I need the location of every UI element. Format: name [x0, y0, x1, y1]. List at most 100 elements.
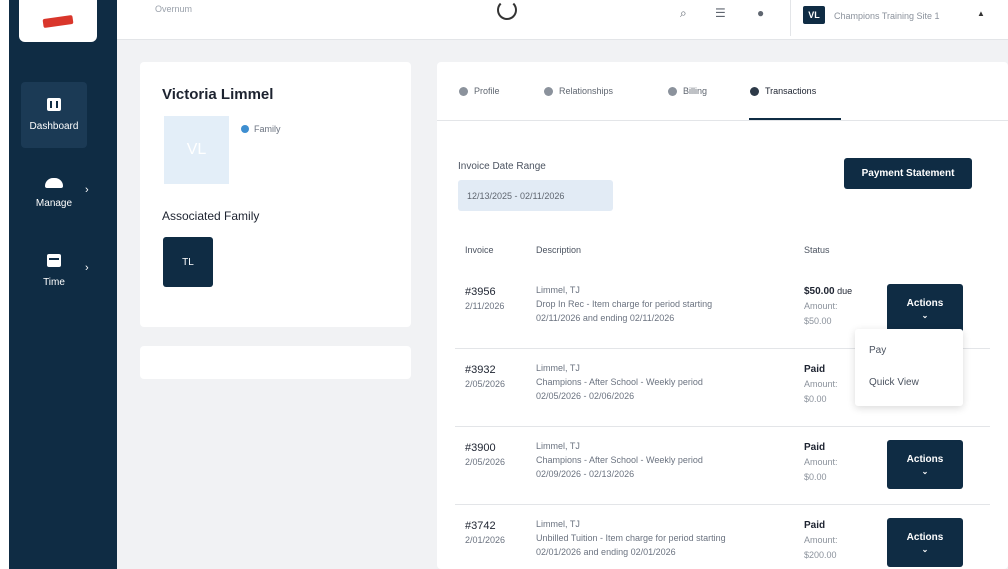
menu-item-quick-view[interactable]: Quick View — [869, 377, 919, 388]
tab-label: Transactions — [765, 86, 817, 96]
amount-value: $50.00 — [804, 316, 832, 326]
help-icon[interactable]: ● — [757, 6, 764, 20]
invoice-description: Limmel, TJ Drop In Rec - Item charge for… — [536, 283, 791, 325]
sidebar-item-dashboard[interactable]: Dashboard — [21, 82, 87, 148]
tab-label: Profile — [474, 86, 500, 96]
notifications-icon[interactable]: ☰ — [715, 6, 726, 20]
role-badge: Family — [241, 124, 281, 134]
student-name: Limmel, TJ — [536, 363, 580, 373]
chevron-right-icon: › — [85, 262, 89, 274]
invoice-description: Limmel, TJ Champions - After School - We… — [536, 361, 791, 403]
table-row: #3742 2/01/2026 Limmel, TJ Unbilled Tuit… — [455, 505, 990, 569]
actions-label: Actions — [906, 297, 944, 309]
invoice-status: Paid Amount: $200.00 — [804, 518, 838, 563]
tab-transactions[interactable]: Transactions — [750, 82, 816, 100]
student-name: Limmel, TJ — [536, 285, 580, 295]
description-line: Unbilled Tuition - Item charge for perio… — [536, 533, 726, 543]
description-period: 02/01/2026 and ending 02/01/2026 — [536, 547, 676, 557]
status-value: Paid — [804, 442, 826, 453]
column-header-status: Status — [804, 245, 830, 255]
menu-item-pay[interactable]: Pay — [869, 345, 886, 356]
student-name: Limmel, TJ — [536, 441, 580, 451]
associated-family-avatar[interactable]: TL — [163, 237, 213, 287]
amount-value: $200.00 — [804, 550, 837, 560]
actions-button[interactable]: Actions ⌄ — [887, 518, 963, 567]
top-bar: Overnum ⌕ ☰ ● VL Champions Training Site… — [117, 0, 1008, 40]
loading-icon — [497, 0, 517, 20]
site-name: Champions Training Site 1 — [834, 11, 940, 21]
tab-profile[interactable]: Profile — [459, 82, 500, 100]
active-tab-indicator — [749, 118, 841, 120]
tab-label: Billing — [683, 86, 708, 96]
tab-billing[interactable]: Billing — [668, 82, 707, 100]
chevron-down-icon: ⌄ — [921, 544, 929, 554]
sidebar-item-manage[interactable]: Manage › — [21, 160, 89, 226]
invoice-number[interactable]: #3900 — [465, 442, 496, 454]
description-period: 02/05/2026 - 02/06/2026 — [536, 391, 635, 401]
app-logo[interactable] — [19, 0, 97, 42]
profile-card: Victoria Limmel VL Family Associated Fam… — [140, 62, 411, 327]
sidebar-item-label: Manage — [35, 197, 73, 209]
invoice-description: Limmel, TJ Unbilled Tuition - Item charg… — [536, 517, 791, 559]
invoice-status: Paid Amount: $0.00 — [804, 440, 838, 485]
invoice-number[interactable]: #3956 — [465, 286, 496, 298]
actions-button[interactable]: Actions ⌄ — [887, 440, 963, 489]
chevron-down-icon: ⌄ — [921, 466, 929, 476]
status-value: Paid — [804, 364, 826, 375]
people-icon — [45, 177, 63, 188]
chevron-down-icon: ▲ — [977, 9, 985, 18]
amount-value: $0.00 — [804, 394, 827, 404]
family-icon — [241, 125, 249, 133]
description-period: 02/11/2026 and ending 02/11/2026 — [536, 313, 675, 323]
payment-statement-button[interactable]: Payment Statement — [844, 158, 972, 189]
status-value: Paid — [804, 520, 826, 531]
actions-label: Actions — [906, 531, 944, 543]
site-selector[interactable]: VL Champions Training Site 1 ▲ — [790, 0, 1000, 36]
tab-relationships[interactable]: Relationships — [544, 82, 613, 100]
invoice-number[interactable]: #3742 — [465, 520, 496, 532]
invoice-date: 2/11/2026 — [465, 301, 505, 311]
transactions-icon — [750, 86, 759, 96]
description-period: 02/09/2026 - 02/13/2026 — [536, 469, 635, 479]
amount-label: Amount: — [804, 301, 838, 311]
role-label: Family — [254, 124, 281, 134]
date-range-label: Invoice Date Range — [458, 161, 546, 172]
invoice-date: 2/05/2026 — [465, 379, 506, 389]
invoice-status: $50.00 due Amount: $50.00 — [804, 284, 852, 329]
actions-label: Actions — [906, 453, 944, 465]
invoice-description: Limmel, TJ Champions - After School - We… — [536, 439, 791, 481]
amount-value: $0.00 — [804, 472, 827, 482]
chevron-right-icon: › — [85, 184, 89, 196]
sidebar-item-time[interactable]: Time › — [21, 238, 89, 304]
description-line: Champions - After School - Weekly period — [536, 455, 703, 465]
tab-label: Relationships — [559, 86, 614, 96]
profile-icon — [459, 86, 468, 96]
invoice-date: 2/01/2026 — [465, 535, 506, 545]
billing-icon — [668, 86, 677, 96]
tab-bar: Profile Relationships Billing Transactio… — [437, 62, 1008, 121]
amount-label: Amount: — [804, 457, 838, 467]
chevron-down-icon: ⌄ — [921, 310, 929, 320]
dashboard-icon — [47, 98, 61, 111]
invoice-number[interactable]: #3932 — [465, 364, 496, 376]
actions-dropdown-menu: Pay Quick View — [855, 329, 963, 406]
column-header-invoice: Invoice — [465, 245, 494, 255]
window-edge — [0, 0, 9, 569]
sidebar-item-label: Dashboard — [29, 121, 79, 132]
calendar-icon — [47, 254, 61, 267]
search-icon[interactable]: ⌕ — [680, 6, 687, 21]
table-row: #3900 2/05/2026 Limmel, TJ Champions - A… — [455, 427, 990, 505]
actions-button[interactable]: Actions ⌄ — [887, 284, 963, 333]
amount-label: Amount: — [804, 535, 838, 545]
associated-family-heading: Associated Family — [162, 209, 260, 223]
site-avatar: VL — [803, 6, 825, 24]
search-field[interactable]: Overnum — [155, 4, 192, 14]
date-range-field[interactable]: 12/13/2025 - 02/11/2026 — [458, 180, 613, 211]
relationships-icon — [544, 86, 553, 96]
student-name: Limmel, TJ — [536, 519, 580, 529]
sidebar: Dashboard Manage › Time › — [9, 0, 117, 569]
avatar: VL — [164, 116, 229, 184]
amount-label: Amount: — [804, 379, 838, 389]
column-header-description: Description — [536, 245, 582, 255]
description-line: Champions - After School - Weekly period — [536, 377, 703, 387]
